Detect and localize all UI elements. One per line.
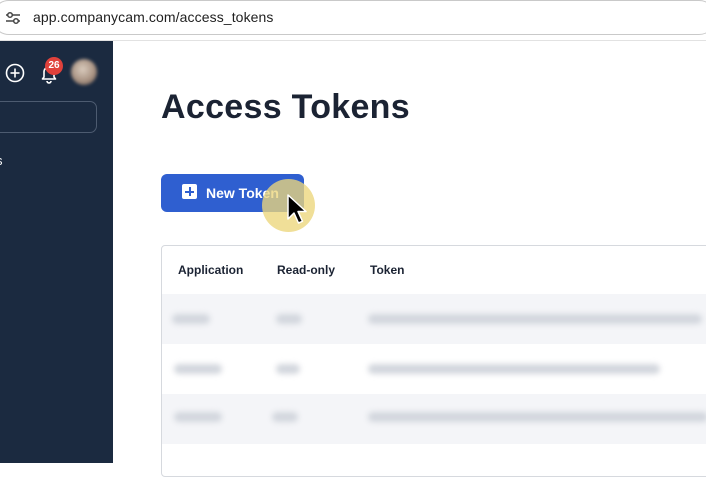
plus-circle-icon[interactable] [5,63,25,83]
application-cell-redacted [172,314,210,324]
table-row[interactable] [162,394,706,444]
table-row[interactable] [162,344,706,394]
site-settings-icon[interactable] [5,11,21,25]
sidebar-item-label[interactable]: s [0,153,3,168]
column-header-application[interactable]: Application [178,263,243,277]
url-field[interactable]: app.companycam.com/access_tokens [0,0,706,35]
mouse-pointer-icon [287,194,307,224]
read-only-cell-redacted [276,364,300,374]
plus-square-icon [182,184,197,199]
read-only-cell-redacted [276,314,302,324]
read-only-cell-redacted [272,412,298,422]
access-tokens-table: Application Read-only Token [161,245,706,477]
url-text[interactable]: app.companycam.com/access_tokens [33,9,274,25]
token-cell-redacted [368,364,660,374]
avatar[interactable] [71,59,97,85]
browser-address-bar: app.companycam.com/access_tokens [0,0,706,41]
token-cell-redacted [368,314,702,324]
application-cell-redacted [174,364,222,374]
page-title: Access Tokens [161,88,410,126]
sidebar: 26 s [0,41,113,463]
column-header-read-only[interactable]: Read-only [277,263,335,277]
application-cell-redacted [174,412,222,422]
column-header-token[interactable]: Token [370,263,404,277]
sidebar-search-input[interactable] [0,101,97,133]
token-cell-redacted [368,412,706,422]
notification-badge[interactable]: 26 [45,57,63,75]
table-row[interactable] [162,294,706,344]
